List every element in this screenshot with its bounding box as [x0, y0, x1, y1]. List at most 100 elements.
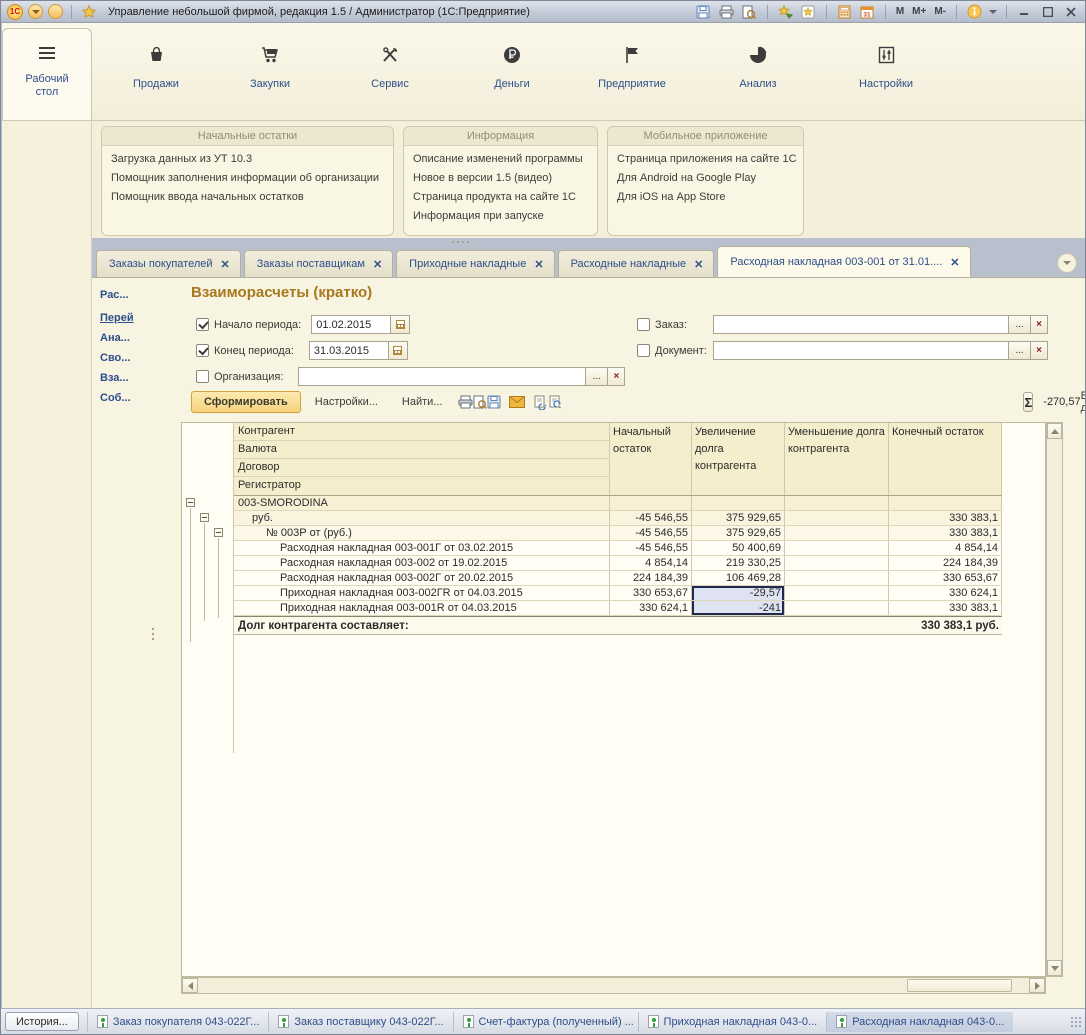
period-end-input[interactable]: 31.03.2015	[309, 341, 389, 360]
header-registrar[interactable]: Регистратор	[234, 477, 609, 495]
horizontal-splitter[interactable]	[92, 238, 1085, 246]
table-row[interactable]: Приходная накладная 003-002ГR от 04.03.2…	[234, 586, 1002, 601]
horizontal-scrollbar[interactable]	[181, 977, 1046, 994]
tab-close-icon[interactable]: ✕	[221, 258, 230, 271]
expand-minus-icon[interactable]	[186, 498, 195, 507]
nav-item[interactable]: Сво...	[100, 351, 148, 366]
print-preview-icon[interactable]	[473, 393, 487, 411]
favorites-star-icon[interactable]	[80, 4, 97, 20]
section-service[interactable]: Сервис	[344, 23, 436, 120]
cell[interactable]: 330 383,1	[889, 526, 1002, 540]
section-settings[interactable]: Настройки	[840, 23, 932, 120]
scroll-down-button[interactable]	[1047, 960, 1062, 976]
link-item[interactable]: Страница продукта на сайте 1С	[413, 188, 588, 207]
task-outgoing-invoice[interactable]: Расходная накладная 043-0...	[826, 1012, 1013, 1032]
cell[interactable]: 224 184,39	[889, 556, 1002, 570]
load-report-settings-icon[interactable]	[548, 393, 563, 411]
cell[interactable]: 330 653,67	[889, 571, 1002, 585]
cell[interactable]: 4 854,14	[889, 541, 1002, 555]
header-debt-increase[interactable]: Увеличение долга контрагента	[692, 423, 785, 495]
period-start-input[interactable]: 01.02.2015	[311, 315, 391, 334]
organization-clear-button[interactable]: ×	[608, 367, 625, 386]
vertical-scrollbar[interactable]	[1046, 422, 1063, 977]
section-desktop[interactable]: Рабочий стол	[2, 28, 92, 120]
cell[interactable]	[785, 496, 889, 510]
cell[interactable]	[785, 586, 889, 600]
table-row[interactable]: Расходная накладная 003-001Г от 03.02.20…	[234, 541, 1002, 556]
link-item[interactable]: Описание изменений программы	[413, 150, 588, 169]
nav-item[interactable]: Вза...	[100, 371, 148, 386]
table-row[interactable]: Приходная накладная 003-001R от 04.03.20…	[234, 601, 1002, 616]
order-input[interactable]	[713, 315, 1009, 334]
window-close-button[interactable]	[1062, 4, 1079, 19]
cell[interactable]: -45 546,55	[610, 511, 692, 525]
app-logo-1c-icon[interactable]: 1С	[7, 4, 23, 20]
calendar-icon[interactable]: 31	[859, 4, 876, 20]
link-item[interactable]: Страница приложения на сайте 1С	[617, 150, 794, 169]
cell[interactable]: 330 624,1	[889, 586, 1002, 600]
cell-selected[interactable]: -241	[692, 601, 785, 615]
cell[interactable]: 106 469,28	[692, 571, 785, 585]
scroll-right-button[interactable]	[1029, 978, 1045, 993]
nav-item[interactable]: Соб...	[100, 391, 148, 406]
tab-close-icon[interactable]: ✕	[534, 258, 543, 271]
window-maximize-button[interactable]	[1039, 4, 1056, 19]
tab-outgoing-invoices[interactable]: Расходные накладные✕	[558, 250, 715, 277]
nav-item-current[interactable]: Перей	[100, 311, 148, 326]
cell[interactable]: 219 330,25	[692, 556, 785, 570]
tab-overflow-button[interactable]	[1057, 253, 1077, 273]
print-icon[interactable]	[458, 393, 473, 411]
cell[interactable]	[889, 496, 1002, 510]
vertical-splitter[interactable]	[150, 278, 156, 1010]
link-item[interactable]: Для Android на Google Play	[617, 169, 794, 188]
header-closing-balance[interactable]: Конечный остаток	[889, 423, 1002, 495]
tab-supplier-orders[interactable]: Заказы поставщикам✕	[244, 250, 393, 277]
scrollbar-thumb[interactable]	[907, 979, 1012, 992]
order-select-button[interactable]: ...	[1009, 315, 1031, 334]
autosum-button[interactable]: Σ	[1023, 392, 1033, 412]
cell[interactable]: 50 400,69	[692, 541, 785, 555]
period-end-checkbox[interactable]	[196, 344, 209, 357]
header-counterparty[interactable]: Контрагент	[234, 423, 609, 441]
nav-item[interactable]: Ана...	[100, 331, 148, 346]
generate-button[interactable]: Сформировать	[191, 391, 301, 413]
window-minimize-button[interactable]	[1016, 4, 1033, 19]
cell[interactable]	[785, 556, 889, 570]
save-icon[interactable]	[695, 4, 712, 20]
period-end-calendar-button[interactable]	[389, 341, 408, 360]
cell[interactable]: 375 929,65	[692, 526, 785, 540]
cell[interactable]	[785, 601, 889, 615]
cell[interactable]: 330 383,1	[889, 511, 1002, 525]
scroll-left-button[interactable]	[182, 978, 198, 993]
cell[interactable]: -45 546,55	[610, 541, 692, 555]
task-received-invoice[interactable]: Счет-фактура (полученный) ...	[453, 1012, 638, 1032]
cell[interactable]: 4 854,14	[610, 556, 692, 570]
section-money[interactable]: Деньги	[466, 23, 558, 120]
table-row[interactable]: Расходная накладная 003-002Г от 20.02.20…	[234, 571, 1002, 586]
cell-selected[interactable]: -29,57	[692, 586, 785, 600]
cell[interactable]	[610, 496, 692, 510]
cell[interactable]	[785, 511, 889, 525]
tab-close-icon[interactable]: ✕	[694, 258, 703, 271]
add-to-favorites-icon[interactable]	[777, 4, 794, 20]
cell[interactable]: 330 383,1	[889, 601, 1002, 615]
cell[interactable]	[785, 571, 889, 585]
order-checkbox[interactable]	[637, 318, 650, 331]
nav-item[interactable]: Рас...	[100, 288, 148, 303]
tab-close-icon[interactable]: ✕	[950, 256, 959, 269]
info-button[interactable]	[966, 4, 983, 20]
memory-recall-button[interactable]: M	[895, 6, 905, 17]
cell[interactable]: 330 624,1	[610, 601, 692, 615]
table-row-group[interactable]: руб. -45 546,55 375 929,65 330 383,1	[234, 511, 1002, 526]
header-contract[interactable]: Договор	[234, 459, 609, 477]
section-purchases[interactable]: Закупки	[224, 23, 316, 120]
task-supplier-order[interactable]: Заказ поставщику 043-022Г...	[268, 1012, 452, 1032]
save-icon[interactable]	[487, 393, 501, 411]
tab-incoming-invoices[interactable]: Приходные накладные✕	[396, 250, 554, 277]
header-opening-balance[interactable]: Начальный остаток	[610, 423, 692, 495]
all-actions-button[interactable]: Все действия	[1081, 390, 1086, 414]
document-clear-button[interactable]: ×	[1031, 341, 1048, 360]
calculator-icon[interactable]	[836, 4, 853, 20]
organization-input[interactable]	[298, 367, 586, 386]
cell[interactable]	[785, 526, 889, 540]
